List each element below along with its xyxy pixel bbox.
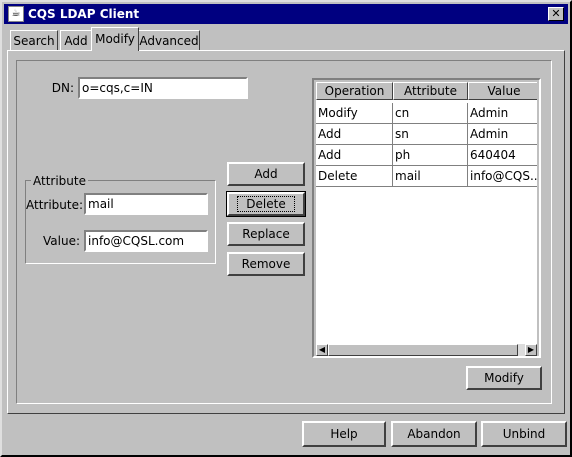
column-header-value[interactable]: Value (468, 82, 537, 100)
title-bar[interactable]: ☕ CQS LDAP Client ✕ (4, 4, 568, 24)
help-button-label: Help (330, 427, 358, 441)
horizontal-scrollbar[interactable]: ◀ ▶ (316, 344, 537, 356)
attribute-field[interactable]: mail (84, 193, 208, 215)
abandon-button-label: Abandon (407, 427, 461, 441)
modifications-table: Operation Attribute Value Modify cn Admi… (312, 78, 541, 358)
close-icon[interactable]: ✕ (548, 7, 564, 21)
value-field[interactable]: info@CQSL.com (84, 230, 208, 252)
table-cell[interactable]: info@CQS... (468, 166, 537, 187)
unbind-button[interactable]: Unbind (481, 421, 567, 447)
tab-label: Add (64, 34, 88, 48)
tab-label: Modify (95, 32, 135, 46)
tab-advanced[interactable]: Advanced (138, 30, 200, 51)
delete-button[interactable]: Delete (226, 191, 306, 217)
table-cell[interactable]: Modify (316, 103, 393, 124)
window-title: CQS LDAP Client (28, 7, 140, 21)
abandon-button[interactable]: Abandon (391, 421, 477, 447)
attribute-group-title: Attribute (31, 174, 88, 188)
tab-label: Search (13, 34, 55, 48)
tab-label: Advanced (139, 34, 199, 48)
modify-button[interactable]: Modify (466, 366, 542, 390)
table-cell[interactable]: sn (393, 124, 468, 145)
tab-add[interactable]: Add (60, 30, 92, 51)
table-cell[interactable]: Add (316, 145, 393, 166)
column-header-operation[interactable]: Operation (316, 82, 393, 100)
replace-button-label: Replace (242, 227, 290, 241)
dn-field[interactable]: o=cqs,c=IN (78, 77, 248, 99)
replace-button[interactable]: Replace (227, 222, 305, 246)
remove-button-label: Remove (241, 257, 291, 271)
modify-button-label: Modify (484, 371, 524, 385)
arrow-left-icon[interactable]: ◀ (316, 344, 328, 356)
value-label: Value: (43, 234, 80, 248)
table-cell[interactable]: mail (393, 166, 468, 187)
add-button-label: Add (254, 167, 278, 181)
tab-search[interactable]: Search (10, 30, 58, 51)
delete-button-label: Delete (237, 196, 295, 212)
help-button[interactable]: Help (302, 421, 386, 447)
column-header-attribute[interactable]: Attribute (393, 82, 468, 100)
attribute-label: Attribute: (26, 198, 84, 212)
table-cell[interactable]: Add (316, 124, 393, 145)
table-cell[interactable]: 640404 (468, 145, 537, 166)
add-button[interactable]: Add (227, 162, 305, 186)
arrow-right-icon[interactable]: ▶ (525, 344, 537, 356)
remove-button[interactable]: Remove (227, 252, 305, 276)
table-cell[interactable]: Delete (316, 166, 393, 187)
table-cell[interactable]: cn (393, 103, 468, 124)
table-cell[interactable]: Admin (468, 124, 537, 145)
tab-modify[interactable]: Modify (91, 27, 139, 51)
table-viewport: Operation Attribute Value Modify cn Admi… (316, 82, 537, 344)
app-icon: ☕ (8, 6, 24, 22)
dn-label: DN: (51, 81, 74, 95)
scroll-thumb[interactable] (328, 344, 518, 356)
unbind-button-label: Unbind (502, 427, 546, 441)
table-cell[interactable]: ph (393, 145, 468, 166)
table-cell[interactable]: Admin (468, 103, 537, 124)
